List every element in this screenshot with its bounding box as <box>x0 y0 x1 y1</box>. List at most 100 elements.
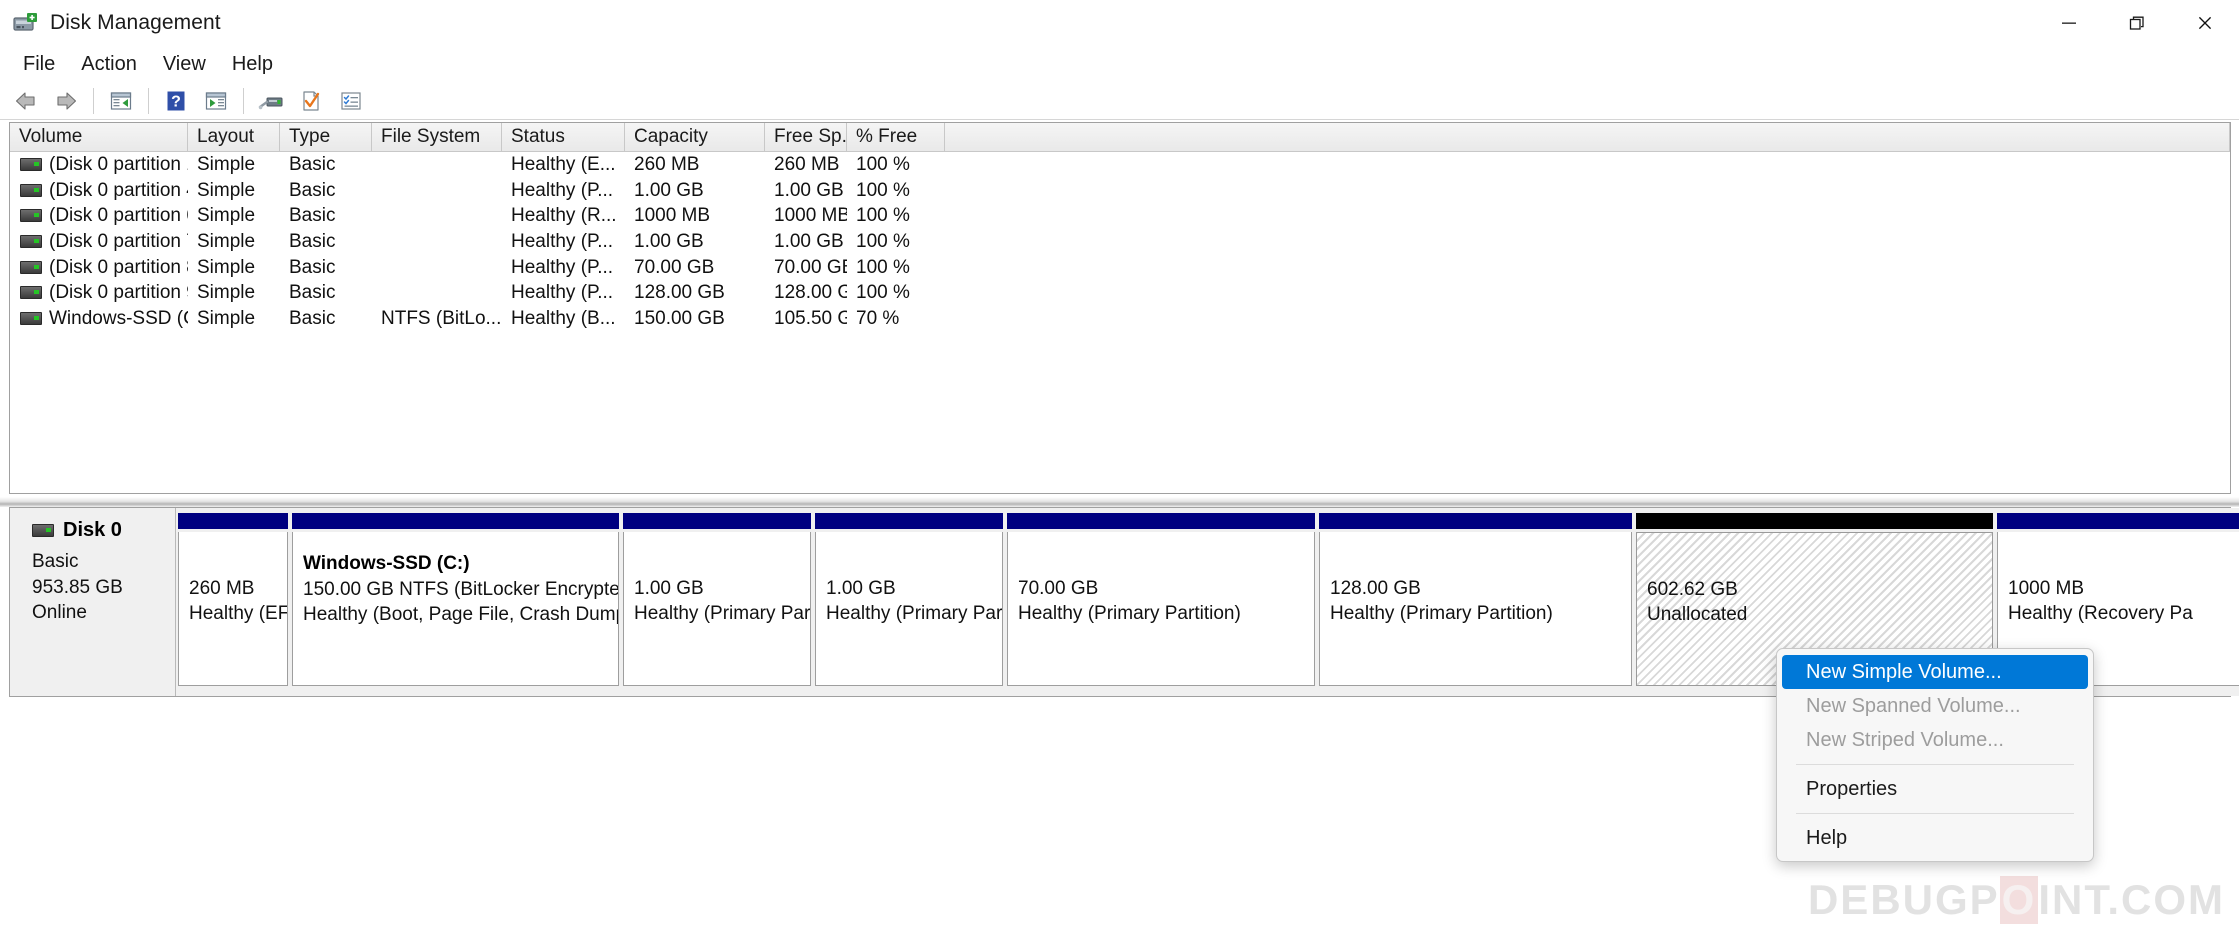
cell-status: Healthy (P... <box>502 229 625 254</box>
table-row[interactable]: (Disk 0 partition 9)SimpleBasicHealthy (… <box>10 280 2230 306</box>
menu-help[interactable]: Help <box>219 50 286 78</box>
column-header-type[interactable]: Type <box>280 123 372 151</box>
cell-status: Healthy (P... <box>502 255 625 280</box>
column-header-free-sp[interactable]: Free Sp... <box>765 123 847 151</box>
menu-view[interactable]: View <box>150 50 219 78</box>
partition-color-bar <box>1636 513 1993 529</box>
partition-block[interactable]: 260 MBHealthy (EFI Syst <box>178 513 288 686</box>
cell-capacity: 150.00 GB <box>625 306 765 331</box>
title-bar: Disk Management <box>0 0 2239 46</box>
cell-capacity: 1.00 GB <box>625 229 765 254</box>
ctx-new-spanned-volume: New Spanned Volume... <box>1782 689 2088 723</box>
cell-type: Basic <box>280 306 372 331</box>
show-hide-console-tree-icon[interactable] <box>197 85 235 117</box>
partition-label-spacer <box>2008 552 2239 576</box>
cell-volume: Windows-SSD (C:) <box>10 306 188 331</box>
table-row[interactable]: (Disk 0 partition 7)SimpleBasicHealthy (… <box>10 229 2230 255</box>
volume-drive-icon <box>20 286 42 299</box>
cell-percent-free: 70 % <box>847 306 945 331</box>
column-header-layout[interactable]: Layout <box>188 123 280 151</box>
minimize-button[interactable] <box>2035 0 2103 46</box>
partition-color-bar <box>1997 513 2239 529</box>
table-row[interactable]: (Disk 0 partition 8)SimpleBasicHealthy (… <box>10 254 2230 280</box>
cell-status: Healthy (P... <box>502 178 625 203</box>
menu-file[interactable]: File <box>10 50 68 78</box>
ctx-new-simple-volume[interactable]: New Simple Volume... <box>1782 655 2088 689</box>
partition-status: Healthy (Primary Partition) <box>1330 601 1631 626</box>
cell-percent-free: 100 % <box>847 178 945 203</box>
cell-type: Basic <box>280 229 372 254</box>
cell-status: Healthy (E... <box>502 152 625 177</box>
cell-status: Healthy (P... <box>502 280 625 305</box>
partition-block[interactable]: Windows-SSD (C:)150.00 GB NTFS (BitLocke… <box>292 513 619 686</box>
cell-volume-label: (Disk 0 partition 1) <box>49 152 188 177</box>
volume-list-pane: VolumeLayoutTypeFile SystemStatusCapacit… <box>9 122 2231 494</box>
cell-capacity: 128.00 GB <box>625 280 765 305</box>
ctx-new-striped-volume: New Striped Volume... <box>1782 723 2088 757</box>
disk-name: Disk 0 <box>63 519 122 542</box>
ctx-separator-2 <box>1796 813 2074 814</box>
ctx-help[interactable]: Help <box>1782 821 2088 855</box>
volume-drive-icon <box>20 158 42 171</box>
cell-percent-free: 100 % <box>847 229 945 254</box>
table-row[interactable]: Windows-SSD (C:)SimpleBasicNTFS (BitLo..… <box>10 306 2230 332</box>
column-header-volume[interactable]: Volume <box>10 123 188 151</box>
partition-block[interactable]: 128.00 GBHealthy (Primary Partition) <box>1319 513 1632 686</box>
rescan-disks-icon[interactable] <box>252 85 290 117</box>
disk-info-panel[interactable]: Disk 0 Basic 953.85 GB Online <box>10 508 176 696</box>
close-button[interactable] <box>2171 0 2239 46</box>
partition-block[interactable]: 1.00 GBHealthy (Primary Part <box>623 513 811 686</box>
partition-label-spacer <box>1647 553 1992 577</box>
column-header--free[interactable]: % Free <box>847 123 945 151</box>
forward-icon[interactable] <box>47 85 85 117</box>
cell-free-space: 1.00 GB <box>765 229 847 254</box>
partition-body: 70.00 GBHealthy (Primary Partition) <box>1007 532 1315 686</box>
column-header-file-system[interactable]: File System <box>372 123 502 151</box>
toolbar-separator-1 <box>93 88 94 114</box>
cell-layout: Simple <box>188 306 280 331</box>
partition-body: 1.00 GBHealthy (Primary Part <box>815 532 1003 686</box>
partition-status: Healthy (EFI Syst <box>189 601 287 626</box>
back-icon[interactable] <box>7 85 45 117</box>
cell-type: Basic <box>280 280 372 305</box>
partition-color-bar <box>1319 513 1632 529</box>
cell-type: Basic <box>280 178 372 203</box>
pane-splitter[interactable] <box>0 497 2239 507</box>
volume-drive-icon <box>20 235 42 248</box>
ctx-properties[interactable]: Properties <box>1782 772 2088 806</box>
partition-size: 1.00 GB <box>634 576 810 601</box>
action-list-icon[interactable] <box>332 85 370 117</box>
cell-volume: (Disk 0 partition 8) <box>10 255 188 280</box>
partition-color-bar <box>623 513 811 529</box>
disk-management-icon <box>13 12 39 34</box>
maximize-restore-button[interactable] <box>2103 0 2171 46</box>
cell-volume: (Disk 0 partition 6) <box>10 203 188 228</box>
cell-free-space: 1000 MB <box>765 203 847 228</box>
partition-body: 128.00 GBHealthy (Primary Partition) <box>1319 532 1632 686</box>
help-icon[interactable]: ? <box>157 85 195 117</box>
svg-text:?: ? <box>171 94 181 111</box>
menu-action[interactable]: Action <box>68 50 150 78</box>
disk-type: Basic <box>32 549 175 575</box>
table-row[interactable]: (Disk 0 partition 1)SimpleBasicHealthy (… <box>10 152 2230 178</box>
window-title: Disk Management <box>50 11 221 35</box>
volume-drive-icon <box>20 184 42 197</box>
table-row[interactable]: (Disk 0 partition 6)SimpleBasicHealthy (… <box>10 203 2230 229</box>
window-controls <box>2035 0 2239 46</box>
partition-block[interactable]: 1.00 GBHealthy (Primary Part <box>815 513 1003 686</box>
column-header-status[interactable]: Status <box>502 123 625 151</box>
column-header-capacity[interactable]: Capacity <box>625 123 765 151</box>
cell-volume-label: (Disk 0 partition 6) <box>49 203 188 228</box>
cell-free-space: 128.00 GB <box>765 280 847 305</box>
cell-filesystem: NTFS (BitLo... <box>372 306 502 331</box>
partition-label-spacer <box>634 552 810 576</box>
disk-size: 953.85 GB <box>32 575 175 601</box>
table-row[interactable]: (Disk 0 partition 4)SimpleBasicHealthy (… <box>10 178 2230 204</box>
partition-size: 70.00 GB <box>1018 576 1314 601</box>
cell-layout: Simple <box>188 203 280 228</box>
partition-block[interactable]: 70.00 GBHealthy (Primary Partition) <box>1007 513 1315 686</box>
up-one-level-icon[interactable] <box>102 85 140 117</box>
properties-icon[interactable] <box>292 85 330 117</box>
cell-status: Healthy (R... <box>502 203 625 228</box>
partition-label-spacer <box>1018 552 1314 576</box>
